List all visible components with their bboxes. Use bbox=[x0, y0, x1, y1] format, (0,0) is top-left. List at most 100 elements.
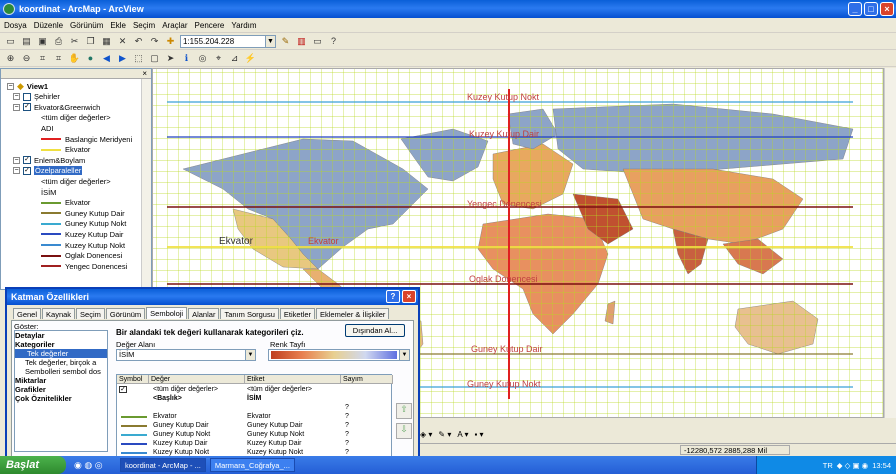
legend-line-symbol[interactable] bbox=[41, 201, 61, 204]
identify-icon[interactable]: ℹ bbox=[180, 52, 193, 65]
copy-icon[interactable]: ❐ bbox=[84, 35, 97, 48]
toc-item[interactable]: − ◆ View1 bbox=[7, 81, 48, 91]
table-row[interactable]: ? bbox=[117, 404, 391, 412]
tab-0[interactable]: Genel bbox=[13, 308, 42, 319]
back-arrow-icon[interactable]: ◀ bbox=[100, 52, 113, 65]
editor-toolbar-icon[interactable]: ✎ bbox=[279, 35, 292, 48]
move-up-arrow-icon[interactable]: ⇧ bbox=[396, 403, 412, 419]
chevron-down-icon[interactable]: ▼ bbox=[265, 35, 275, 47]
layer-checkbox[interactable]: ✓ bbox=[23, 156, 31, 165]
menu-item-4[interactable]: Seçim bbox=[133, 21, 155, 30]
col-value[interactable]: Değer bbox=[149, 375, 245, 384]
map-scale-select[interactable]: 1:155.204.228 ▼ bbox=[180, 34, 276, 48]
tab-1[interactable]: Kaynak bbox=[42, 308, 76, 319]
toc-item[interactable]: Guney Kutup Dair bbox=[41, 208, 125, 218]
tab-7[interactable]: Etiketler bbox=[279, 308, 315, 319]
toc-item[interactable]: − ✓ Ekvator&Greenwich bbox=[13, 102, 100, 112]
legend-line-symbol[interactable] bbox=[41, 212, 61, 215]
whats-this-help-icon[interactable]: ? bbox=[327, 35, 340, 48]
show-list-item[interactable]: Tek değerler bbox=[15, 349, 107, 358]
open-folder-icon[interactable]: ▤ bbox=[20, 35, 33, 48]
row-line-symbol[interactable] bbox=[121, 434, 147, 436]
import-button[interactable]: Dışından Al... bbox=[345, 324, 405, 337]
show-list[interactable]: Detaylar Kategoriler Tek değerler Tek değer… bbox=[14, 330, 108, 452]
legend-line-symbol[interactable] bbox=[41, 254, 61, 257]
go-to-xy-icon[interactable]: ⌖ bbox=[212, 52, 225, 65]
table-row[interactable]: Guney Kutup Nokt Guney Kutup Nokt? bbox=[117, 431, 391, 439]
toc-item[interactable]: Ekvator bbox=[41, 145, 90, 155]
show-list-item[interactable]: Çok Öznitelikler bbox=[15, 394, 107, 403]
toc-item[interactable]: <tüm diğer değerler> bbox=[41, 176, 111, 186]
toc-item[interactable]: ADI bbox=[41, 123, 54, 133]
redo-icon[interactable]: ↷ bbox=[148, 35, 161, 48]
select-elements-arrow-icon[interactable]: ➤ bbox=[164, 52, 177, 65]
measure-icon[interactable]: ⊿ bbox=[228, 52, 241, 65]
toc-item[interactable]: Baslangic Meridyeni bbox=[41, 134, 132, 144]
shadow-color-icon[interactable]: ▪ ▾ bbox=[474, 430, 483, 439]
toc-item[interactable]: Kuzey Kutup Nokt bbox=[41, 240, 125, 250]
taskbar-arcmap[interactable]: koordinat - ArcMap - ... bbox=[120, 458, 206, 472]
save-icon[interactable]: ▣ bbox=[36, 35, 49, 48]
quick-launch-icons[interactable]: ◉ ◍ ◎ bbox=[66, 460, 116, 471]
menu-item-2[interactable]: Görünüm bbox=[70, 21, 103, 30]
find-binoculars-icon[interactable]: ◎ bbox=[196, 52, 209, 65]
toc-item[interactable]: Ekvator bbox=[41, 198, 90, 208]
show-list-item[interactable]: Kategoriler bbox=[15, 340, 107, 349]
value-field-select[interactable]: İSİM ▼ bbox=[116, 349, 256, 361]
language-indicator[interactable]: TR bbox=[823, 461, 833, 470]
row-checkbox[interactable]: ✓ bbox=[119, 386, 127, 393]
legend-line-symbol[interactable] bbox=[41, 222, 61, 225]
close-button[interactable]: × bbox=[880, 2, 894, 16]
pan-hand-icon[interactable]: ✋ bbox=[68, 52, 81, 65]
fixed-zoom-out-icon[interactable]: ⌗ bbox=[52, 52, 65, 65]
table-row[interactable]: ✓ <tüm diğer değerler> <tüm diğer değerler… bbox=[117, 386, 391, 394]
show-list-item[interactable]: Miktarlar bbox=[15, 376, 107, 385]
table-row[interactable]: <Başlık> İSİM bbox=[117, 395, 391, 403]
full-extent-globe-icon[interactable]: ● bbox=[84, 52, 97, 65]
maximize-button[interactable]: □ bbox=[864, 2, 878, 16]
row-line-symbol[interactable] bbox=[121, 443, 147, 445]
collapse-icon[interactable]: − bbox=[13, 167, 20, 175]
menu-item-1[interactable]: Düzenle bbox=[34, 21, 63, 30]
collapse-icon[interactable]: − bbox=[7, 82, 14, 90]
collapse-icon[interactable]: − bbox=[13, 103, 20, 111]
col-symbol[interactable]: Symbol bbox=[117, 375, 149, 384]
tab-8[interactable]: Eklemeler & İlişkiler bbox=[316, 308, 390, 319]
values-table[interactable]: Symbol Değer Etiket Sayım ✓ <tüm diğer de… bbox=[116, 374, 393, 458]
line-color-icon[interactable]: ✎ ▾ bbox=[438, 430, 451, 439]
legend-line-symbol[interactable] bbox=[41, 148, 61, 151]
layer-checkbox[interactable] bbox=[23, 92, 31, 101]
toc-item[interactable]: Guney Kutup Nokt bbox=[41, 219, 126, 229]
toc-item[interactable]: Kuzey Kutup Dair bbox=[41, 229, 123, 239]
toc-item[interactable]: − Şehirler bbox=[13, 92, 60, 102]
menu-item-3[interactable]: Ekle bbox=[110, 21, 126, 30]
tab-4[interactable]: Semboloji bbox=[146, 307, 188, 319]
fixed-zoom-in-icon[interactable]: ⌗ bbox=[36, 52, 49, 65]
toc-close-icon[interactable]: × bbox=[1, 69, 151, 79]
delete-icon[interactable]: ✕ bbox=[116, 35, 129, 48]
menu-item-0[interactable]: Dosya bbox=[4, 21, 27, 30]
tab-3[interactable]: Görünüm bbox=[105, 308, 146, 319]
taskbar-document[interactable]: Marmara_Coğrafya_... bbox=[209, 458, 295, 472]
zoom-in-icon[interactable]: ⊕ bbox=[4, 52, 17, 65]
toc-item[interactable]: Yengec Donencesi bbox=[41, 261, 127, 271]
map-vertical-scrollbar[interactable] bbox=[884, 68, 896, 418]
tab-6[interactable]: Tanım Sorgusu bbox=[220, 308, 279, 319]
toc-scrollbar[interactable] bbox=[141, 79, 151, 289]
layer-checkbox[interactable]: ✓ bbox=[23, 166, 31, 175]
toc-item[interactable]: İSİM bbox=[41, 187, 56, 197]
toc-item[interactable]: − ✓ Enlem&Boylam bbox=[13, 155, 85, 165]
show-list-item[interactable]: Grafikler bbox=[15, 385, 107, 394]
add-data-icon[interactable]: ✚ bbox=[164, 35, 177, 48]
tab-5[interactable]: Alanlar bbox=[188, 308, 220, 319]
start-button[interactable]: Başlat bbox=[0, 456, 66, 474]
row-line-symbol[interactable] bbox=[121, 425, 147, 427]
menu-item-5[interactable]: Araçlar bbox=[162, 21, 187, 30]
command-line-icon[interactable]: ▭ bbox=[311, 35, 324, 48]
dialog-help-button[interactable]: ? bbox=[386, 290, 400, 303]
fill-color-icon[interactable]: ◈ ▾ bbox=[420, 430, 432, 439]
table-row[interactable]: Kuzey Kutup Dair Kuzey Kutup Dair? bbox=[117, 440, 391, 448]
move-down-arrow-icon[interactable]: ⇩ bbox=[396, 423, 412, 439]
row-line-symbol[interactable] bbox=[121, 452, 147, 454]
undo-icon[interactable]: ↶ bbox=[132, 35, 145, 48]
